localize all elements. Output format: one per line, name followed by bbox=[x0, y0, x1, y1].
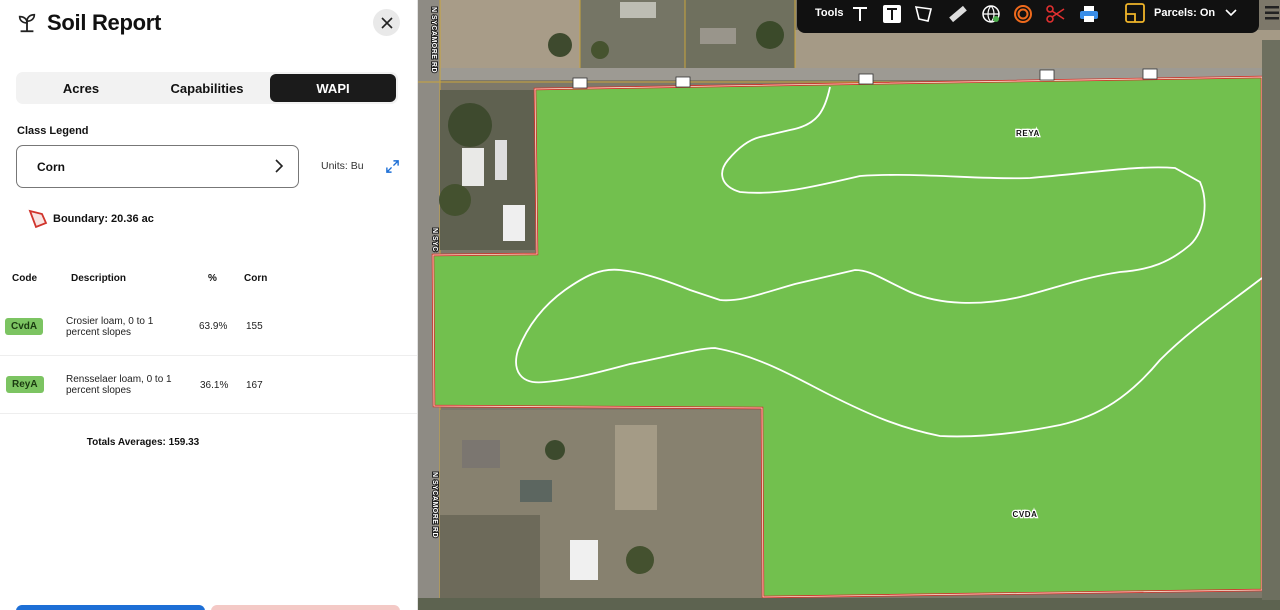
crop-select[interactable]: Corn bbox=[16, 145, 299, 188]
globe-icon[interactable] bbox=[980, 3, 1002, 25]
tab-capabilities[interactable]: Capabilities bbox=[144, 74, 270, 102]
row-divider bbox=[0, 355, 417, 356]
chevron-right-icon bbox=[275, 159, 284, 173]
soil-percent: 63.9% bbox=[199, 321, 228, 332]
chevron-down-icon bbox=[1225, 9, 1237, 17]
text-tool-icon[interactable] bbox=[849, 3, 871, 25]
col-header-code: Code bbox=[12, 273, 37, 284]
parcels-icon bbox=[1125, 3, 1145, 23]
page-title: Soil Report bbox=[47, 10, 162, 35]
scissors-icon[interactable] bbox=[1045, 3, 1067, 25]
panel-header: Soil Report bbox=[16, 8, 161, 38]
target-icon[interactable] bbox=[1012, 3, 1034, 25]
row-divider bbox=[0, 413, 417, 414]
road-label: N SYC bbox=[431, 228, 438, 252]
soil-report-panel: Soil Report Acres Capabilities WAPI Clas… bbox=[0, 0, 418, 610]
menu-icon[interactable] bbox=[1264, 3, 1280, 23]
parcels-label: Parcels: On bbox=[1154, 7, 1216, 19]
soil-map-label: REYA bbox=[1016, 129, 1040, 138]
tab-wapi[interactable]: WAPI bbox=[270, 74, 396, 102]
soil-map-label: CVDA bbox=[1012, 510, 1037, 519]
primary-action-button[interactable] bbox=[16, 605, 205, 610]
soil-code-badge: CvdA bbox=[5, 318, 44, 335]
boundary-summary: Boundary: 20.36 ac bbox=[28, 208, 154, 229]
totals-averages: Totals Averages: 159.33 bbox=[86, 437, 200, 448]
print-icon[interactable] bbox=[1078, 3, 1100, 25]
crop-select-value: Corn bbox=[37, 159, 65, 174]
col-header-description: Description bbox=[71, 273, 127, 284]
map-toolbar: Tools Parcels: On bbox=[797, 0, 1259, 33]
tools-label: Tools bbox=[815, 7, 844, 19]
boundary-polygon-icon bbox=[28, 209, 48, 229]
expand-icon[interactable] bbox=[385, 159, 400, 174]
col-header-percent: % bbox=[208, 273, 217, 284]
satellite-map[interactable]: N SYCAMORE RD N SYC N SYCAMORE RD REYA C… bbox=[418, 0, 1280, 610]
road-label: N SYCAMORE RD bbox=[431, 472, 438, 538]
road-label: N SYCAMORE RD bbox=[430, 7, 437, 73]
close-icon bbox=[380, 16, 393, 29]
soil-corn-yield: 155 bbox=[246, 321, 263, 332]
class-legend-label: Class Legend bbox=[17, 125, 89, 137]
app-root: Soil Report Acres Capabilities WAPI Clas… bbox=[0, 0, 1280, 610]
soil-code-badge: ReyA bbox=[6, 376, 44, 393]
report-tabs: Acres Capabilities WAPI bbox=[16, 72, 398, 104]
soil-percent: 36.1% bbox=[200, 380, 229, 391]
ruler-icon[interactable] bbox=[947, 3, 969, 25]
map-canvas: N SYCAMORE RD N SYC N SYCAMORE RD REYA C… bbox=[418, 0, 1280, 610]
close-button[interactable] bbox=[373, 9, 400, 36]
col-header-corn: Corn bbox=[244, 273, 268, 284]
boundary-acres: Boundary: 20.36 ac bbox=[53, 212, 154, 225]
soil-corn-yield: 167 bbox=[246, 380, 263, 391]
polygon-tool-icon[interactable] bbox=[913, 3, 935, 25]
parcels-toggle[interactable]: Parcels: On bbox=[1125, 0, 1238, 26]
soil-description: Crosier loam, 0 to 1 percent slopes bbox=[66, 316, 154, 338]
units-label: Units: Bu bbox=[321, 160, 364, 172]
text-box-tool-icon[interactable] bbox=[881, 3, 903, 25]
sprout-logo-icon bbox=[18, 13, 36, 33]
soil-description: Rensselaer loam, 0 to 1 percent slopes bbox=[66, 374, 172, 396]
tab-acres[interactable]: Acres bbox=[18, 74, 144, 102]
secondary-action-button[interactable] bbox=[211, 605, 400, 610]
